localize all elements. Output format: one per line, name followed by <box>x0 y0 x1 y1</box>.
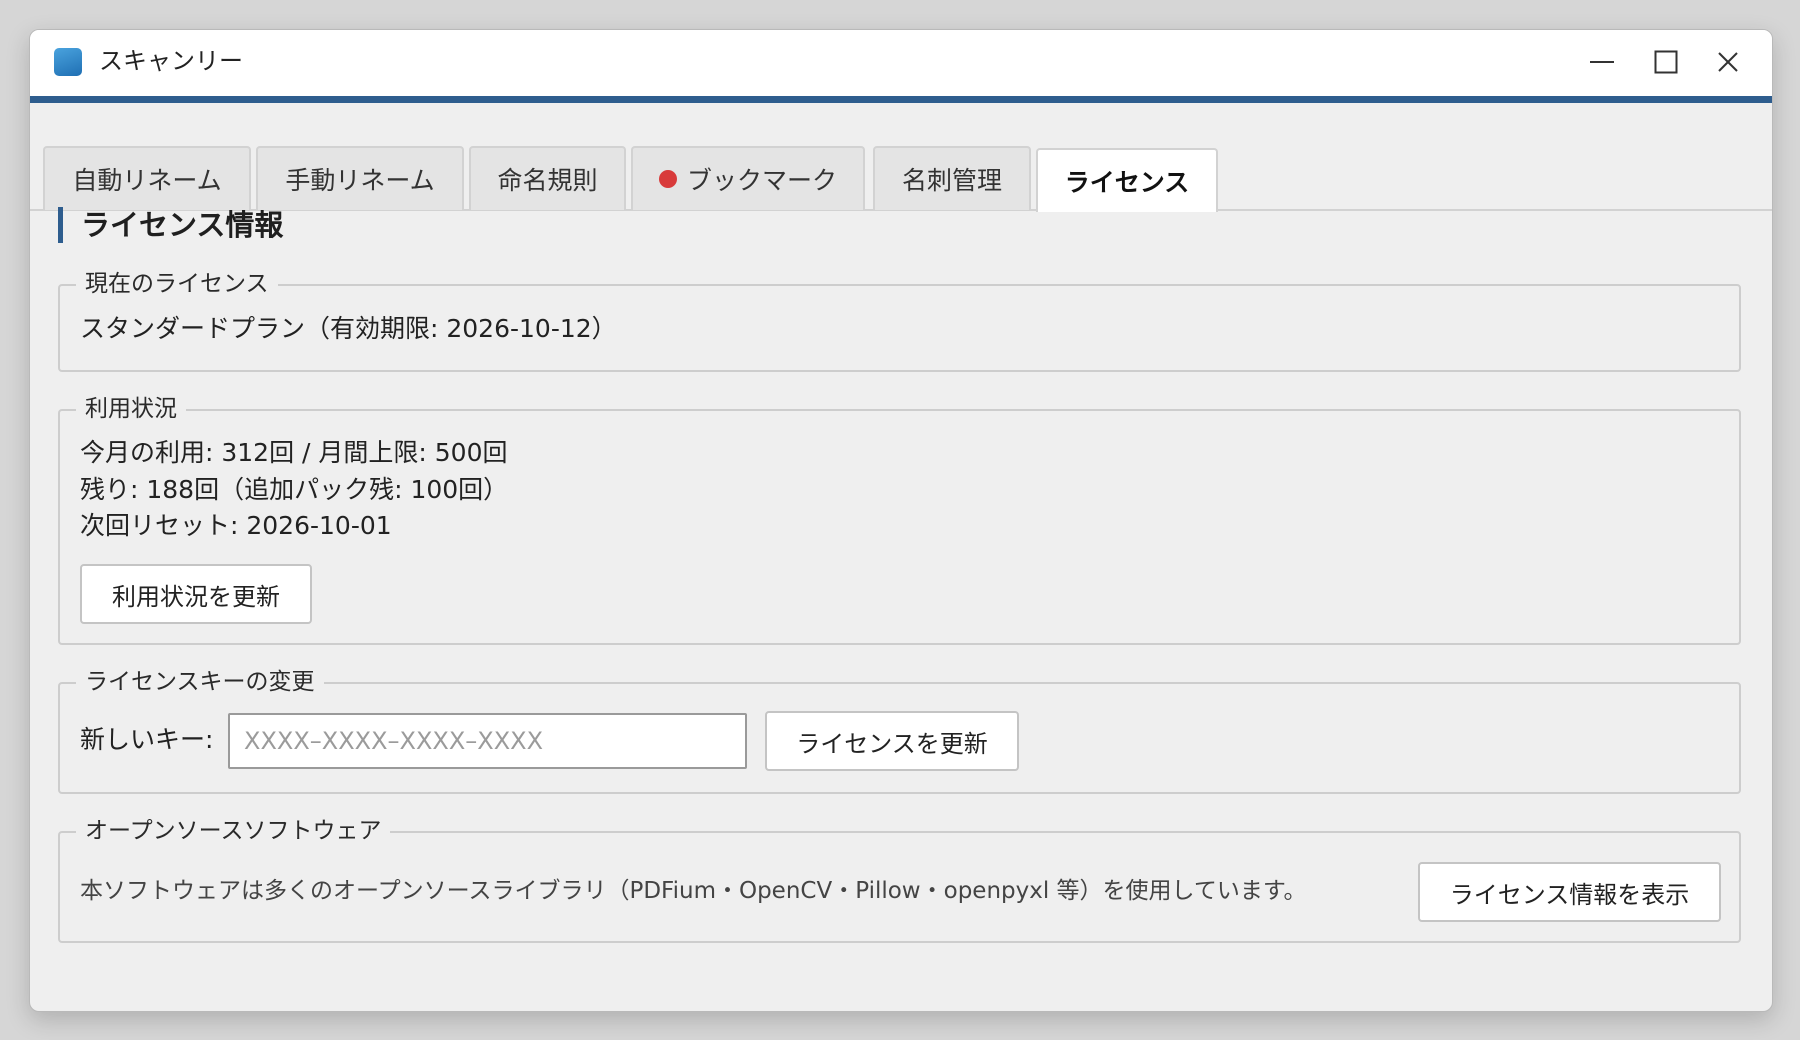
group-legend: 現在のライセンス <box>76 268 278 300</box>
maximize-button[interactable] <box>1646 44 1686 80</box>
new-key-label: 新しいキー: <box>80 725 214 754</box>
app-icon <box>54 48 82 76</box>
show-license-info-button[interactable]: ライセンス情報を表示 <box>1418 862 1721 922</box>
license-key-group: ライセンスキーの変更 新しいキー: ライセンスを更新 <box>58 666 1741 794</box>
update-license-button[interactable]: ライセンスを更新 <box>765 711 1019 771</box>
maximize-icon <box>1654 50 1678 74</box>
tab-label: ブックマーク <box>686 166 837 195</box>
title-bar: スキャンリー <box>30 30 1772 96</box>
refresh-usage-button[interactable]: 利用状況を更新 <box>80 564 312 624</box>
tab-bookmarks[interactable]: ブックマーク <box>631 146 865 210</box>
close-icon <box>1718 52 1738 72</box>
group-legend: ライセンスキーの変更 <box>76 666 324 698</box>
current-license-group: 現在のライセンス スタンダードプラン（有効期限: 2026-10-12） <box>58 268 1741 372</box>
window-title: スキャンリー <box>99 47 243 75</box>
oss-description: 本ソフトウェアは多くのオープンソースライブラリ（PDFium・OpenCV・Pi… <box>80 878 1307 904</box>
tab-label: ライセンス <box>1064 168 1190 197</box>
tab-manual-rename[interactable]: 手動リネーム <box>256 146 464 210</box>
usage-reset-text: 次回リセット: 2026-10-01 <box>80 511 392 540</box>
tab-business-cards[interactable]: 名刺管理 <box>873 146 1031 210</box>
oss-group: オープンソースソフトウェア 本ソフトウェアは多くのオープンソースライブラリ（PD… <box>58 815 1741 943</box>
tab-auto-rename[interactable]: 自動リネーム <box>43 146 251 210</box>
minimize-icon <box>1590 61 1614 63</box>
minimize-button[interactable] <box>1582 44 1622 80</box>
tab-label: 名刺管理 <box>901 166 1002 195</box>
tab-naming-rules[interactable]: 命名規則 <box>469 146 626 210</box>
tab-label: 命名規則 <box>497 166 598 195</box>
tab-label: 自動リネーム <box>72 166 222 195</box>
usage-group: 利用状況 今月の利用: 312回 / 月間上限: 500回 残り: 188回（追… <box>58 393 1741 645</box>
usage-remaining-text: 残り: 188回（追加パック残: 100回） <box>80 475 509 504</box>
accent-bar <box>30 96 1772 103</box>
tab-license[interactable]: ライセンス <box>1036 148 1218 212</box>
group-legend: 利用状況 <box>76 393 186 425</box>
close-button[interactable] <box>1708 44 1748 80</box>
tab-bar: 自動リネーム 手動リネーム 命名規則 ブックマーク 名刺管理 ライセンス <box>30 103 1772 212</box>
usage-monthly-text: 今月の利用: 312回 / 月間上限: 500回 <box>80 438 508 467</box>
page-title: ライセンス情報 <box>58 207 283 243</box>
current-license-text: スタンダードプラン（有効期限: 2026-10-12） <box>80 314 617 343</box>
notification-dot-icon <box>658 170 677 188</box>
group-legend: オープンソースソフトウェア <box>76 815 391 847</box>
license-key-input[interactable] <box>228 713 747 769</box>
app-window: スキャンリー 自動リネーム 手動リネーム 命名規則 ブックマーク 名刺管理 ライ… <box>29 29 1773 1012</box>
tab-label: 手動リネーム <box>285 166 435 195</box>
